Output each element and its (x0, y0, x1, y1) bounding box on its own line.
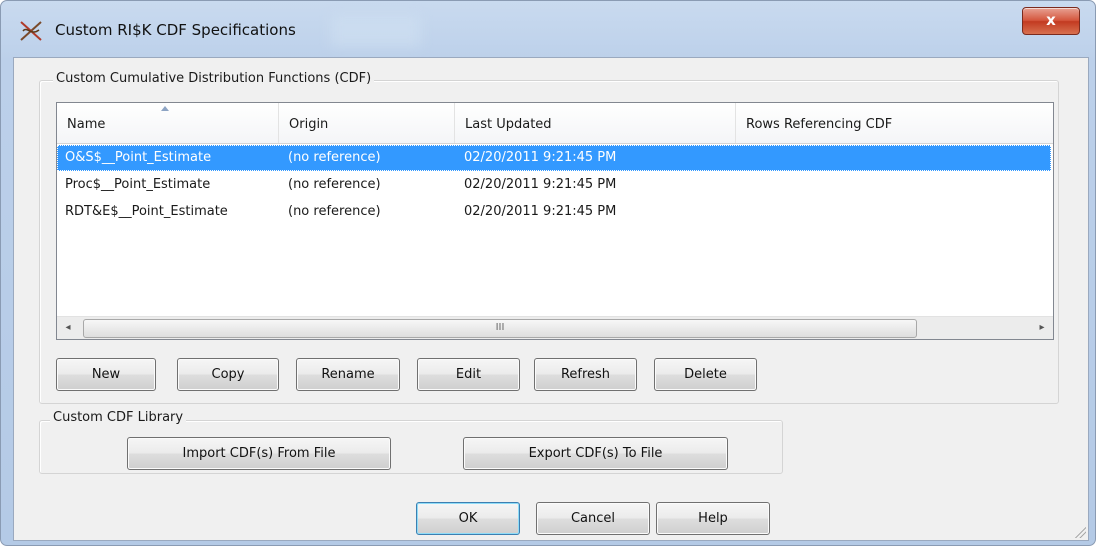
scroll-right-icon[interactable]: ▸ (1031, 317, 1053, 339)
column-header-rows-referencing[interactable]: Rows Referencing CDF (736, 103, 1053, 143)
ok-button[interactable]: OK (416, 502, 520, 535)
dialog-window: Custom RI$K CDF Specifications x Custom … (0, 0, 1096, 546)
cell-last-updated: 02/20/2011 9:21:45 PM (464, 150, 617, 165)
resize-grip[interactable] (1072, 524, 1086, 538)
cell-origin: (no reference) (288, 150, 381, 165)
column-header-origin[interactable]: Origin (279, 103, 455, 143)
list-header: Name Origin Last Updated Rows Referencin… (57, 103, 1053, 144)
table-row[interactable]: O&S$__Point_Estimate (no reference) 02/2… (57, 145, 1051, 171)
import-cdf-button[interactable]: Import CDF(s) From File (127, 437, 391, 470)
delete-button[interactable]: Delete (654, 358, 757, 391)
scroll-left-icon[interactable]: ◂ (57, 317, 79, 339)
cell-name: O&S$__Point_Estimate (65, 150, 212, 165)
table-row[interactable]: Proc$__Point_Estimate (no reference) 02/… (57, 172, 1051, 198)
cell-name: RDT&E$__Point_Estimate (65, 204, 228, 219)
refresh-button[interactable]: Refresh (534, 358, 637, 391)
edit-button[interactable]: Edit (417, 358, 520, 391)
app-icon (20, 21, 42, 41)
table-row[interactable]: RDT&E$__Point_Estimate (no reference) 02… (57, 199, 1051, 225)
sort-ascending-icon (161, 106, 169, 111)
cdf-list-view[interactable]: Name Origin Last Updated Rows Referencin… (56, 102, 1054, 340)
export-cdf-button[interactable]: Export CDF(s) To File (463, 437, 728, 470)
dialog-client-area: Custom Cumulative Distribution Functions… (13, 57, 1089, 541)
cell-last-updated: 02/20/2011 9:21:45 PM (464, 177, 617, 192)
title-bar[interactable]: Custom RI$K CDF Specifications x (1, 1, 1095, 57)
scroll-thumb[interactable]: III (83, 319, 917, 338)
horizontal-scrollbar[interactable]: ◂ III ▸ (57, 316, 1053, 339)
copy-button[interactable]: Copy (177, 358, 279, 391)
close-button[interactable]: x (1022, 7, 1080, 35)
cdf-group-label: Custom Cumulative Distribution Functions… (53, 71, 375, 86)
cell-origin: (no reference) (288, 204, 381, 219)
library-group-label: Custom CDF Library (50, 410, 187, 425)
cell-last-updated: 02/20/2011 9:21:45 PM (464, 204, 617, 219)
cancel-button[interactable]: Cancel (536, 502, 650, 535)
help-button[interactable]: Help (656, 502, 770, 535)
window-title: Custom RI$K CDF Specifications (55, 21, 296, 39)
rename-button[interactable]: Rename (296, 358, 400, 391)
column-header-last-updated[interactable]: Last Updated (455, 103, 736, 143)
new-button[interactable]: New (56, 358, 156, 391)
cell-name: Proc$__Point_Estimate (65, 177, 211, 192)
cell-origin: (no reference) (288, 177, 381, 192)
title-glow (331, 15, 421, 47)
